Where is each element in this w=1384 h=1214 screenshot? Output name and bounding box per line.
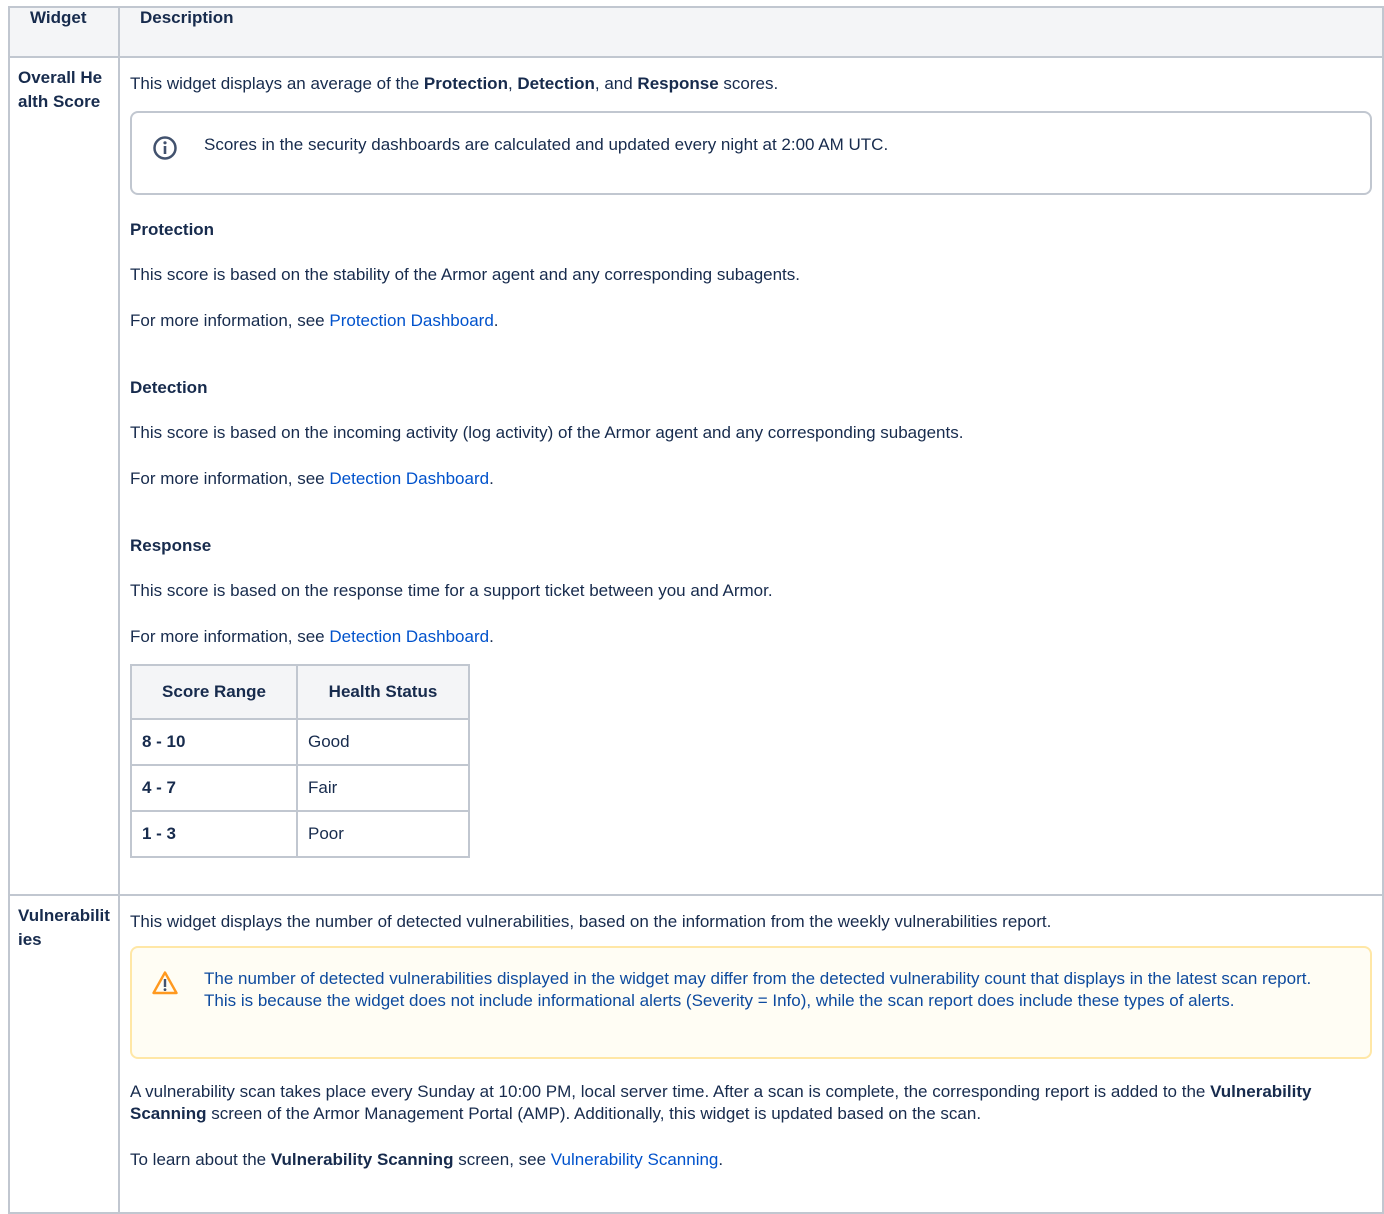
table-row: 8 - 10 Good <box>130 718 470 766</box>
widget-name-health: Overall Health Score <box>8 56 120 896</box>
protection-dashboard-link[interactable]: Protection Dashboard <box>329 311 493 330</box>
description-vulnerabilities: This widget displays the number of detec… <box>118 894 1384 1214</box>
warning-icon <box>152 971 178 995</box>
table-row: Overall Health Score This widget display… <box>8 56 1384 896</box>
health-intro: This widget displays an average of the P… <box>130 74 779 93</box>
health-status: Good <box>296 718 470 766</box>
protection-text: This score is based on the stability of … <box>130 265 801 284</box>
detection-heading: Detection <box>130 378 208 397</box>
description-health: This widget displays an average of the P… <box>118 56 1384 896</box>
detection-text: This score is based on the incoming acti… <box>130 423 964 442</box>
table-row: 4 - 7 Fair <box>130 764 470 812</box>
widget-name-vulnerabilities: Vulnerabilities <box>8 894 120 1214</box>
response-dashboard-link[interactable]: Detection Dashboard <box>329 627 489 646</box>
info-panel: Scores in the security dashboards are ca… <box>130 111 1372 195</box>
score-range: 4 - 7 <box>130 764 298 812</box>
score-table: Score Range Health Status 8 - 10 Good 4 … <box>130 664 470 858</box>
widget-table: Widget Description Overall Health Score … <box>8 6 1384 1214</box>
protection-more: For more information, see Protection Das… <box>130 311 499 330</box>
score-range: 8 - 10 <box>130 718 298 766</box>
table-row: 1 - 3 Poor <box>130 810 470 858</box>
vulnerability-scanning-link[interactable]: Vulnerability Scanning <box>551 1150 719 1169</box>
health-status: Fair <box>296 764 470 812</box>
scan-text: A vulnerability scan takes place every S… <box>130 1082 1312 1123</box>
header-widget: Widget <box>8 6 120 58</box>
header-description: Description <box>118 6 1384 58</box>
response-more: For more information, see Detection Dash… <box>130 627 494 646</box>
score-range: 1 - 3 <box>130 810 298 858</box>
warning-panel: The number of detected vulnerabilities d… <box>130 946 1372 1059</box>
response-heading: Response <box>130 536 212 555</box>
score-header-range: Score Range <box>130 664 298 720</box>
table-header-row: Widget Description <box>8 6 1384 58</box>
detection-more: For more information, see Detection Dash… <box>130 469 494 488</box>
vuln-intro: This widget displays the number of detec… <box>130 912 1052 931</box>
learn-text: To learn about the Vulnerability Scannin… <box>130 1150 724 1169</box>
detection-dashboard-link[interactable]: Detection Dashboard <box>329 469 489 488</box>
info-note: Scores in the security dashboards are ca… <box>204 135 889 154</box>
score-header-status: Health Status <box>296 664 470 720</box>
response-text: This score is based on the response time… <box>130 581 773 600</box>
score-header-row: Score Range Health Status <box>130 664 470 720</box>
protection-heading: Protection <box>130 220 215 239</box>
health-status: Poor <box>296 810 470 858</box>
info-icon <box>153 136 177 160</box>
table-row: Vulnerabilities This widget displays the… <box>8 894 1384 1214</box>
warning-note: The number of detected vulnerabilities d… <box>204 969 1312 1010</box>
